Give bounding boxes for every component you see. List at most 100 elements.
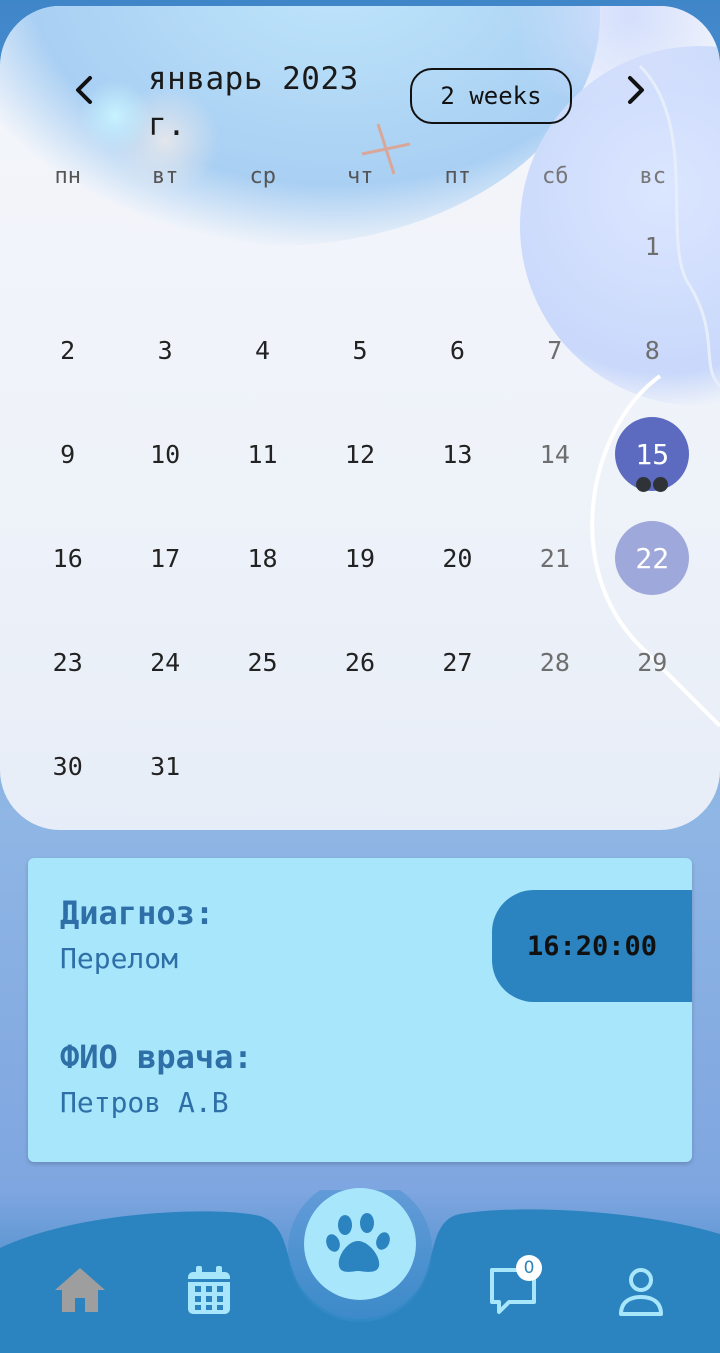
day-number: 11	[247, 439, 278, 469]
calendar-day-14[interactable]: 14	[506, 402, 603, 506]
nav-home[interactable]	[48, 1260, 112, 1320]
calendar-day-25[interactable]: 25	[214, 610, 311, 714]
profile-icon	[619, 1268, 663, 1316]
calendar-header: январь 2023 г. 2 weeks	[0, 6, 720, 156]
calendar-empty-cell	[214, 194, 311, 298]
home-icon	[55, 1268, 105, 1312]
appointment-time: 16:20:00	[492, 890, 692, 1002]
calendar-day-12[interactable]: 12	[311, 402, 408, 506]
diagnosis-label: Диагноз:	[60, 894, 215, 932]
day-number: 22	[635, 541, 670, 575]
day-number: 16	[52, 543, 83, 573]
bottom-navigation	[0, 1188, 720, 1353]
day-number: 6	[449, 335, 465, 365]
calendar-format-button[interactable]: 2 weeks	[410, 68, 572, 124]
day-number: 25	[247, 647, 278, 677]
calendar-day-3[interactable]: 3	[116, 298, 213, 402]
calendar-week-row: 1	[19, 194, 701, 298]
day-number: 29	[637, 647, 668, 677]
calendar-empty-cell	[604, 714, 701, 818]
calendar-day-27[interactable]: 27	[409, 610, 506, 714]
day-number: 9	[60, 439, 76, 469]
calendar-empty-cell	[409, 194, 506, 298]
calendar-day-6[interactable]: 6	[409, 298, 506, 402]
calendar-day-29[interactable]: 29	[604, 610, 701, 714]
calendar-week-row: 9 10 11 12 13 14 15	[19, 402, 701, 506]
calendar-card: январь 2023 г. 2 weeks пн вт ср чт пт сб…	[0, 6, 720, 830]
calendar-empty-cell	[311, 714, 408, 818]
day-number: 23	[52, 647, 83, 677]
weekday-label: ср	[249, 164, 277, 189]
day-number: 31	[150, 751, 181, 781]
doctor-label: ФИО врача:	[60, 1038, 253, 1076]
calendar-day-26[interactable]: 26	[311, 610, 408, 714]
calendar-week-row: 30 31	[19, 714, 701, 818]
weekday-header: пн вт ср чт пт сб вс	[19, 164, 702, 189]
day-number: 13	[442, 439, 473, 469]
nav-profile[interactable]	[612, 1262, 670, 1320]
calendar-day-13[interactable]: 13	[409, 402, 506, 506]
day-number: 21	[539, 543, 570, 573]
weekday-label: пн	[54, 164, 82, 189]
day-number: 26	[344, 647, 376, 677]
day-number: 28	[539, 647, 570, 677]
calendar-grid: 1 2 3 4 5 6 7 8 9 10 11 12 13 14 15 16 17 18 19 20 21 22 23 24 2…	[19, 194, 701, 818]
chevron-right-icon	[628, 76, 644, 104]
day-number: 20	[442, 543, 473, 573]
day-number: 2	[60, 335, 76, 365]
day-number: 30	[52, 751, 83, 781]
day-number: 24	[150, 647, 181, 677]
calendar-day-15[interactable]: 15	[604, 402, 701, 506]
calendar-day-24[interactable]: 24	[116, 610, 213, 714]
day-number: 4	[255, 335, 271, 365]
calendar-day-7[interactable]: 7	[506, 298, 603, 402]
calendar-day-2[interactable]: 2	[19, 298, 116, 402]
day-number: 15	[635, 437, 670, 471]
day-number: 17	[150, 543, 181, 573]
calendar-day-11[interactable]: 11	[214, 402, 311, 506]
day-number: 18	[247, 543, 278, 573]
calendar-empty-cell	[19, 194, 116, 298]
calendar-day-20[interactable]: 20	[409, 506, 506, 610]
calendar-empty-cell	[116, 194, 213, 298]
calendar-day-17[interactable]: 17	[116, 506, 213, 610]
nav-calendar[interactable]	[180, 1260, 238, 1320]
calendar-day-5[interactable]: 5	[311, 298, 408, 402]
event-marker	[653, 477, 669, 492]
calendar-day-23[interactable]: 23	[19, 610, 116, 714]
day-number: 19	[344, 543, 376, 573]
calendar-day-19[interactable]: 19	[311, 506, 408, 610]
calendar-day-28[interactable]: 28	[506, 610, 603, 714]
chevron-left-icon	[76, 76, 92, 104]
paw-icon	[326, 1213, 390, 1272]
calendar-day-30[interactable]: 30	[19, 714, 116, 818]
day-number: 7	[547, 335, 563, 365]
calendar-day-10[interactable]: 10	[116, 402, 213, 506]
next-month-button[interactable]	[616, 70, 656, 110]
calendar-day-21[interactable]: 21	[506, 506, 603, 610]
paw-button[interactable]	[304, 1188, 416, 1300]
calendar-day-22[interactable]: 22	[604, 506, 701, 610]
diagnosis-value: Перелом	[60, 942, 179, 975]
calendar-day-8[interactable]: 8	[604, 298, 701, 402]
calendar-day-31[interactable]: 31	[116, 714, 213, 818]
event-marker	[636, 477, 652, 492]
previous-month-button[interactable]	[64, 70, 104, 110]
calendar-empty-cell	[214, 714, 311, 818]
day-number: 10	[150, 439, 181, 469]
weekday-label: вс	[639, 164, 667, 189]
calendar-day-16[interactable]: 16	[19, 506, 116, 610]
appointment-card[interactable]: Диагноз: Перелом ФИО врача: Петров А.В 1…	[28, 858, 692, 1162]
day-number: 12	[344, 439, 376, 469]
doctor-value: Петров А.В	[60, 1086, 229, 1119]
month-title: январь 2023 г.	[148, 61, 359, 143]
calendar-empty-cell	[311, 194, 408, 298]
weekday-label: чт	[347, 164, 374, 189]
calendar-week-row: 23 24 25 26 27 28 29	[19, 610, 701, 714]
calendar-day-1[interactable]: 1	[604, 194, 701, 298]
calendar-day-4[interactable]: 4	[214, 298, 311, 402]
weekday-label: сб	[542, 164, 569, 189]
calendar-day-9[interactable]: 9	[19, 402, 116, 506]
calendar-empty-cell	[506, 714, 603, 818]
calendar-day-18[interactable]: 18	[214, 506, 311, 610]
